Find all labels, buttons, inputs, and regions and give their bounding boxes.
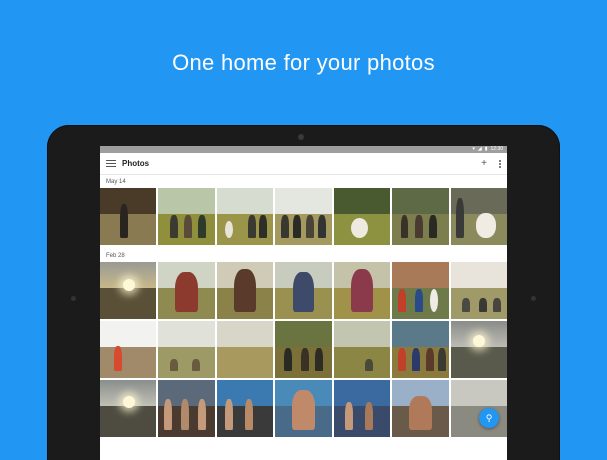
photo-row — [100, 380, 507, 437]
photo-thumbnail[interactable] — [100, 188, 157, 245]
photo-thumbnail[interactable] — [100, 262, 157, 319]
photo-thumbnail[interactable] — [158, 380, 215, 437]
section-date: Feb 28 — [106, 253, 125, 259]
search-icon[interactable]: ⚲ — [479, 408, 499, 428]
add-icon[interactable]: + — [481, 158, 487, 169]
photo-thumbnail[interactable] — [100, 380, 157, 437]
photo-row — [100, 188, 507, 245]
app-title: Photos — [122, 159, 150, 168]
tablet-screen: ▾ ◢ ▮ 12:30 Photos + May 14 Feb 28 ⚲ — [100, 146, 507, 460]
speaker-dot-right — [531, 296, 536, 301]
photo-thumbnail[interactable] — [333, 321, 391, 378]
status-time: 12:30 — [490, 146, 503, 152]
photo-thumbnail[interactable] — [158, 321, 215, 378]
photo-thumbnail[interactable] — [392, 188, 449, 245]
photo-thumbnail[interactable] — [450, 380, 507, 437]
photo-thumbnail[interactable] — [216, 262, 274, 319]
status-bar: ▾ ◢ ▮ 12:30 — [100, 146, 507, 153]
photo-thumbnail[interactable] — [158, 188, 215, 245]
photo-thumbnail[interactable] — [450, 321, 507, 378]
signal-icon: ◢ — [477, 146, 482, 152]
photo-thumbnail[interactable] — [450, 262, 507, 319]
photo-thumbnail[interactable] — [333, 188, 391, 245]
photo-thumbnail[interactable] — [216, 321, 274, 378]
battery-icon: ▮ — [484, 146, 488, 152]
headline: One home for your photos — [172, 50, 435, 75]
speaker-dot-left — [71, 296, 76, 301]
overflow-menu-icon[interactable] — [499, 159, 501, 168]
photo-thumbnail[interactable] — [275, 380, 332, 437]
photo-thumbnail[interactable] — [158, 262, 215, 319]
photo-thumbnail[interactable] — [100, 321, 157, 378]
photo-thumbnail[interactable] — [275, 321, 332, 378]
photo-thumbnail[interactable] — [392, 321, 449, 378]
tablet-device: ▾ ◢ ▮ 12:30 Photos + May 14 Feb 28 ⚲ — [47, 125, 560, 460]
photo-thumbnail[interactable] — [333, 380, 391, 437]
photo-thumbnail[interactable] — [275, 188, 332, 245]
app-bar: Photos + — [100, 153, 507, 175]
photo-thumbnail[interactable] — [216, 188, 274, 245]
photo-thumbnail[interactable] — [216, 380, 274, 437]
hamburger-menu-icon[interactable] — [106, 160, 116, 167]
section-date: May 14 — [106, 179, 126, 185]
photo-thumbnail[interactable] — [392, 262, 449, 319]
photo-thumbnail[interactable] — [392, 380, 449, 437]
photo-row — [100, 262, 507, 319]
photo-row — [100, 321, 507, 378]
front-camera — [298, 134, 304, 140]
photo-thumbnail[interactable] — [275, 262, 332, 319]
photo-thumbnail[interactable] — [333, 262, 391, 319]
wifi-icon: ▾ — [472, 146, 475, 152]
photo-thumbnail[interactable] — [450, 188, 507, 245]
